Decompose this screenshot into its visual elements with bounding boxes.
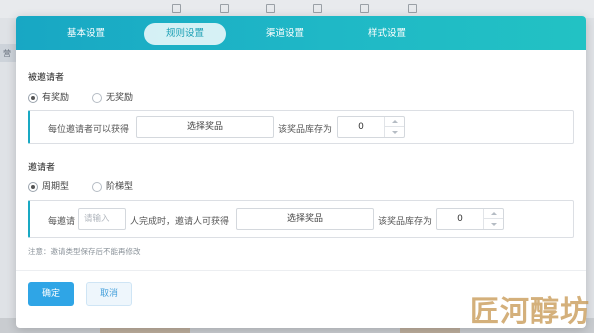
tab-rule-settings[interactable]: 规则设置 — [144, 23, 226, 45]
watermark-logo: 匠河醇坊 — [470, 294, 591, 328]
inviter-select-prize-button[interactable]: 选择奖品 — [236, 208, 374, 230]
tab-basic-settings[interactable]: 基本设置 — [46, 23, 126, 45]
rules-dialog: 基本设置 规则设置 渠道设置 样式设置 被邀请者 有奖励 无奖励 每位邀请者可以… — [16, 16, 586, 328]
chevron-up-icon — [490, 212, 497, 215]
radio-periodic[interactable]: 周期型 — [28, 181, 69, 193]
inviter-rule-middle: 人完成时，邀请人可获得 — [130, 217, 230, 227]
invitee-stock-stepper[interactable]: 0 — [337, 116, 405, 138]
radio-checked-icon[interactable] — [28, 93, 38, 103]
stepper-down-button[interactable] — [385, 127, 404, 137]
stepper-up-button[interactable] — [484, 209, 503, 219]
invite-count-input[interactable] — [78, 208, 126, 230]
invitee-section-title: 被邀请者 — [28, 73, 65, 83]
copy-icon[interactable] — [360, 4, 369, 13]
invitee-rule-prefix: 每位邀请者可以获得 — [48, 125, 130, 135]
stepper-value[interactable]: 0 — [437, 209, 483, 229]
cursor-icon[interactable] — [266, 4, 275, 13]
inviter-section-title: 邀请者 — [28, 163, 56, 173]
chevron-down-icon — [490, 222, 497, 226]
note-text: 注意：邀请类型保存后不能再修改 — [28, 247, 141, 256]
radio-label: 有奖励 — [42, 93, 70, 103]
chevron-up-icon — [391, 120, 398, 123]
stepper-arrows — [483, 209, 503, 229]
radio-unchecked-icon[interactable] — [92, 182, 102, 192]
image-icon[interactable] — [220, 4, 229, 13]
stepper-value[interactable]: 0 — [338, 117, 384, 137]
radio-unchecked-icon[interactable] — [92, 93, 102, 103]
tab-style-settings[interactable]: 样式设置 — [346, 23, 428, 45]
stepper-down-button[interactable] — [484, 219, 503, 229]
stepper-up-button[interactable] — [385, 117, 404, 127]
radio-has-reward[interactable]: 有奖励 — [28, 92, 69, 104]
confirm-button[interactable]: 确定 — [28, 282, 74, 306]
invitee-stock-label: 该奖品库存为 — [278, 125, 333, 135]
inviter-stock-label: 该奖品库存为 — [378, 217, 433, 227]
inviter-rule-prefix: 每邀请 — [48, 217, 76, 227]
radio-label: 无奖励 — [106, 93, 134, 103]
inviter-rule-box: 每邀请 人完成时，邀请人可获得 选择奖品 该奖品库存为 0 — [28, 200, 574, 238]
radio-checked-icon[interactable] — [28, 182, 38, 192]
tab-bar: 基本设置 规则设置 渠道设置 样式设置 — [16, 16, 586, 50]
chevron-down-icon — [391, 130, 398, 134]
radio-no-reward[interactable]: 无奖励 — [92, 92, 133, 104]
invitee-select-prize-button[interactable]: 选择奖品 — [136, 116, 274, 138]
radio-tiered[interactable]: 阶梯型 — [92, 181, 133, 193]
cancel-button[interactable]: 取消 — [86, 282, 132, 306]
radio-label: 周期型 — [42, 182, 70, 192]
invitee-rule-box: 每位邀请者可以获得 选择奖品 该奖品库存为 0 — [28, 110, 574, 144]
tab-channel-settings[interactable]: 渠道设置 — [244, 23, 326, 45]
stepper-arrows — [384, 117, 404, 137]
grid-icon[interactable] — [408, 4, 417, 13]
radio-label: 阶梯型 — [106, 182, 134, 192]
inviter-stock-stepper[interactable]: 0 — [436, 208, 504, 230]
text-icon[interactable] — [172, 4, 181, 13]
document-icon[interactable] — [313, 4, 322, 13]
footer-divider — [16, 270, 586, 271]
